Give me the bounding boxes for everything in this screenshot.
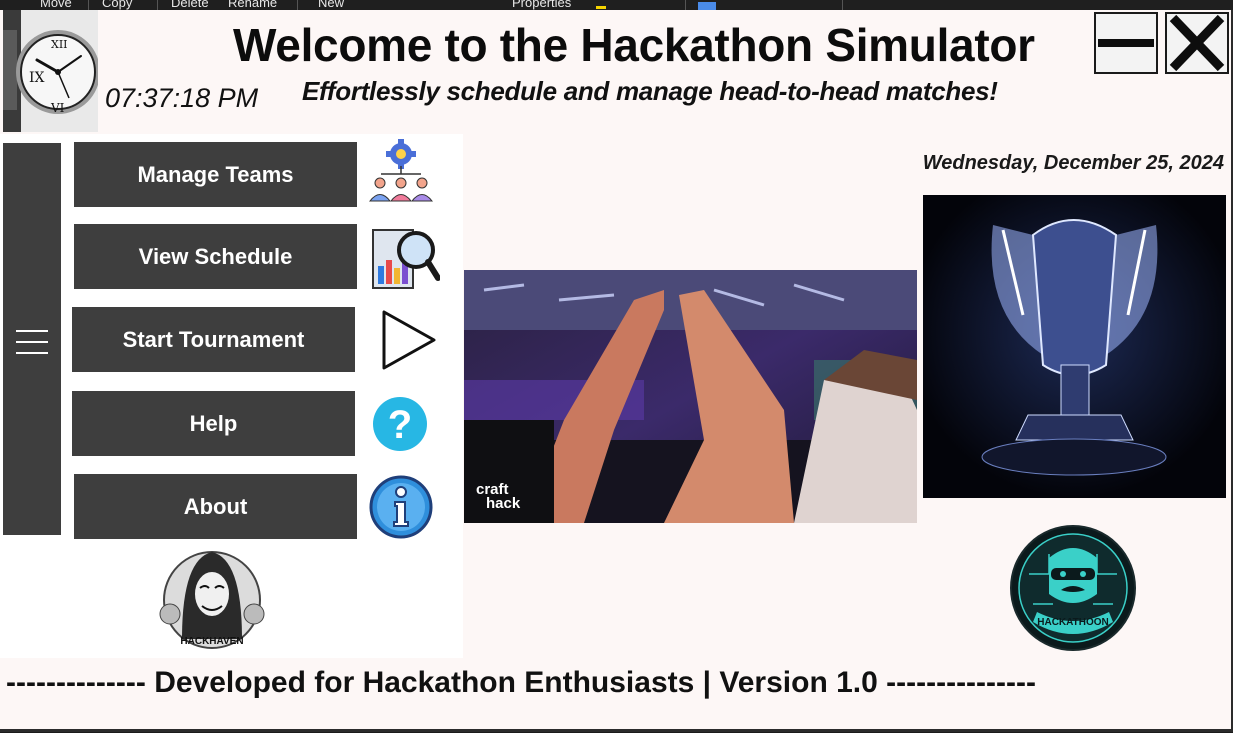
background-toolbar: Move Copy Delete Rename New Properties	[0, 0, 1233, 10]
view-schedule-button[interactable]: View Schedule	[74, 224, 357, 289]
minimize-button[interactable]	[1094, 12, 1158, 74]
manage-teams-button[interactable]: Manage Teams	[74, 142, 357, 207]
hackhaven-logo: HACKHAVEN	[159, 551, 265, 649]
bg-delete-button[interactable]: Delete	[171, 0, 209, 10]
current-time: 07:37:18 PM	[105, 83, 259, 113]
page-title: Welcome to the Hackathon Simulator	[233, 19, 1035, 71]
question-icon: ?	[373, 397, 427, 451]
sidebar-toggle[interactable]	[3, 143, 61, 535]
team-gear-icon	[368, 139, 434, 202]
current-date: Wednesday, December 25, 2024	[922, 152, 1224, 174]
page-subtitle: Effortlessly schedule and manage head-to…	[302, 76, 998, 106]
footer-text: -------------- Developed for Hackathon E…	[6, 666, 1036, 699]
play-icon	[382, 310, 436, 370]
svg-text:VI: VI	[50, 101, 65, 115]
hackathoon-logo: HACKATHOON	[1010, 525, 1136, 651]
bg-properties-button[interactable]: Properties	[512, 0, 571, 10]
close-icon	[1169, 14, 1225, 72]
bg-windows-icon	[698, 2, 716, 10]
bg-rename-button[interactable]: Rename	[228, 0, 277, 10]
about-button[interactable]: About	[74, 474, 357, 539]
svg-text:IX: IX	[29, 70, 45, 86]
start-tournament-button[interactable]: Start Tournament	[72, 307, 355, 372]
chart-magnifier-icon	[372, 229, 440, 289]
app-window: IX VI XII 07:37:18 PM Welcome to the Hac…	[0, 10, 1233, 732]
hackhaven-logo-text: HACKHAVEN	[180, 636, 243, 647]
close-button[interactable]	[1165, 12, 1229, 74]
analog-clock-icon: IX VI XII	[3, 10, 98, 132]
svg-text:hack: hack	[486, 495, 521, 512]
minimize-icon	[1098, 39, 1154, 47]
trophy-image	[923, 195, 1226, 498]
bg-folder-icon	[596, 6, 606, 9]
bg-move-button[interactable]: Move	[40, 0, 72, 10]
info-icon	[369, 475, 433, 539]
bg-copy-button[interactable]: Copy	[102, 0, 132, 10]
bg-new-button[interactable]: New	[318, 0, 344, 10]
hackathon-photo: craft hack	[464, 270, 917, 523]
hamburger-icon	[16, 330, 48, 354]
hackathoon-logo-text: HACKATHOON	[1037, 617, 1108, 628]
help-button[interactable]: Help	[72, 391, 355, 456]
svg-text:?: ?	[388, 403, 412, 447]
svg-text:XII: XII	[51, 38, 68, 51]
